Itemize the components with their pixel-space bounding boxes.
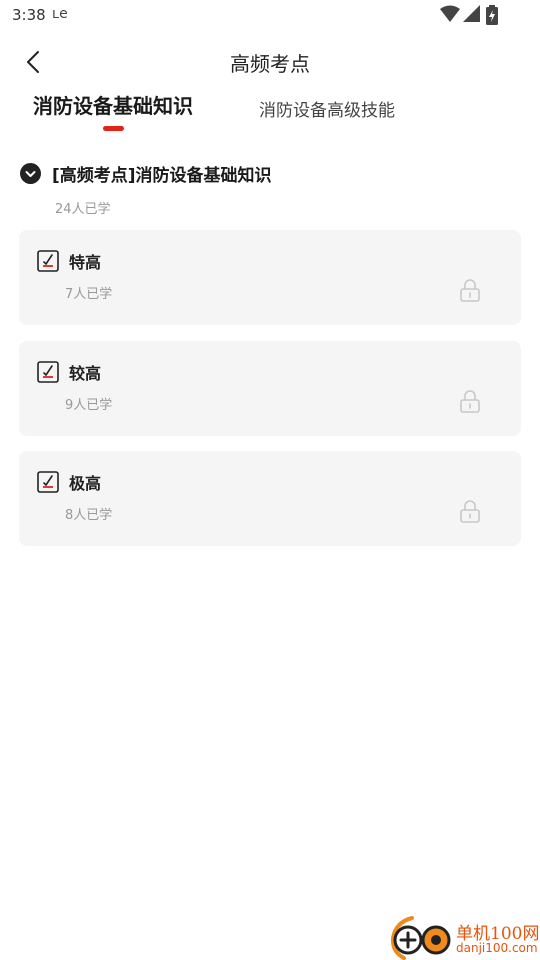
wifi-icon: [440, 5, 460, 22]
page-title: 高频考点: [230, 52, 310, 76]
section-learner-count: 24人已学: [55, 202, 111, 217]
card-learner-count: 9人已学: [65, 398, 113, 413]
section-title: [高频考点]消防设备基础知识: [52, 166, 272, 186]
nav-bar: 高频考点: [0, 40, 540, 84]
exam-paper-icon: [37, 250, 59, 272]
status-time: 3:38: [12, 6, 46, 24]
lock-icon: [460, 390, 480, 413]
topic-card[interactable]: 特高 7人已学: [19, 230, 521, 325]
exam-paper-icon: [37, 361, 59, 383]
chevron-down-icon: [20, 163, 41, 184]
card-title: 极高: [69, 474, 102, 493]
topic-card[interactable]: 极高 8人已学: [19, 451, 521, 546]
status-bar: 3:38 ʟe: [0, 0, 540, 32]
tab-advanced-skills[interactable]: 消防设备高级技能: [259, 96, 395, 121]
danji100-logo-icon: [390, 916, 451, 960]
status-icons: [440, 5, 504, 25]
watermark-url: danji100.com: [456, 941, 538, 955]
card-learner-count: 8人已学: [65, 508, 113, 523]
card-title: 特高: [69, 253, 102, 272]
card-learner-count: 7人已学: [65, 287, 113, 302]
card-title: 较高: [69, 364, 102, 383]
topic-card[interactable]: 较高 9人已学: [19, 341, 521, 436]
active-tab-indicator: [103, 126, 124, 131]
notification-icon: ʟe: [52, 6, 68, 22]
tab-basic-knowledge[interactable]: 消防设备基础知识: [33, 90, 193, 119]
section-header[interactable]: [高频考点]消防设备基础知识: [20, 160, 520, 188]
lock-icon: [460, 279, 480, 302]
signal-icon: [463, 5, 480, 22]
exam-paper-icon: [37, 471, 59, 493]
battery-icon: [486, 5, 498, 25]
lock-icon: [460, 500, 480, 523]
watermark: 单机100网 danji100.com: [390, 916, 540, 960]
tab-bar: 消防设备基础知识 消防设备高级技能: [0, 90, 540, 136]
